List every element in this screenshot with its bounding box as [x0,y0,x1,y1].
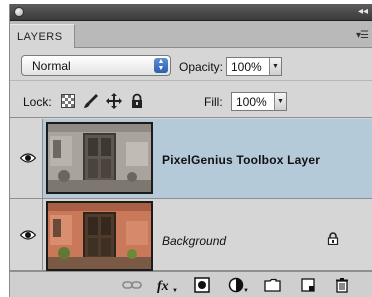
layer-style-fx-icon[interactable]: fx ▼ [156,277,178,293]
fill-value: 100% [236,95,267,109]
layer-row-toolbox[interactable]: PixelGenius Toolbox Layer [10,119,372,199]
lock-label: Lock: [23,95,52,109]
svg-text:▼: ▼ [172,288,178,293]
layer-name[interactable]: PixelGenius Toolbox Layer [162,153,320,167]
thumbnail-image-color [48,203,151,269]
tab-layers[interactable]: LAYERS [10,24,75,48]
layer-thumbnail [46,201,153,271]
layers-panel: ◂◂ LAYERS ▾☰ Normal ▲ ▼ Opacity: 100% ▼ L… [9,4,372,297]
panel-titlebar: ◂◂ [10,4,372,21]
svg-text:fx: fx [157,279,169,293]
eye-icon[interactable] [20,230,36,240]
blend-mode-select[interactable]: Normal ▲ ▼ [21,55,171,76]
fill-field[interactable]: 100% ▼ [231,92,287,111]
close-icon[interactable] [14,7,24,17]
blend-opacity-row: Normal ▲ ▼ Opacity: 100% ▼ [10,49,372,81]
opacity-label: Opacity: [179,60,224,74]
lock-icon [327,232,339,245]
link-layers-icon[interactable] [122,277,142,293]
collapse-icon[interactable]: ◂◂ [358,6,368,18]
new-layer-icon[interactable] [300,277,316,293]
layer-name[interactable]: Background [162,234,226,248]
svg-text:▼: ▼ [243,288,249,293]
tab-strip: LAYERS ▾☰ [10,21,372,48]
fill-dropdown-icon[interactable]: ▼ [274,93,286,110]
new-group-icon[interactable] [264,277,282,293]
visibility-toggle[interactable] [10,119,43,198]
opacity-dropdown-icon[interactable]: ▼ [269,58,281,75]
delete-layer-icon[interactable] [334,277,350,293]
layer-row-background[interactable]: Background [10,199,372,271]
layers-list: PixelGenius Toolbox Layer Background [10,119,372,271]
eye-icon[interactable] [20,153,36,163]
lock-image-icon[interactable] [83,93,99,109]
blend-mode-value: Normal [32,59,71,73]
opacity-value: 100% [231,60,262,74]
layers-bottom-toolbar: fx ▼ ▼ [10,271,372,297]
lock-all-icon[interactable] [129,93,145,109]
adjustment-layer-icon[interactable]: ▼ [228,277,250,293]
layer-thumbnail [46,122,153,194]
lock-transparent-icon[interactable] [60,93,76,109]
stepper-arrows-icon: ▲ ▼ [154,58,168,73]
fill-label: Fill: [204,95,223,109]
lock-fill-row: Lock: Fill: 100% ▼ [10,82,372,118]
lock-position-icon[interactable] [106,93,122,109]
add-mask-icon[interactable] [194,277,210,293]
panel-menu-icon[interactable]: ▾☰ [356,30,369,41]
thumbnail-image-grayscale [48,124,151,192]
visibility-toggle[interactable] [10,199,43,270]
opacity-field[interactable]: 100% ▼ [226,57,282,76]
